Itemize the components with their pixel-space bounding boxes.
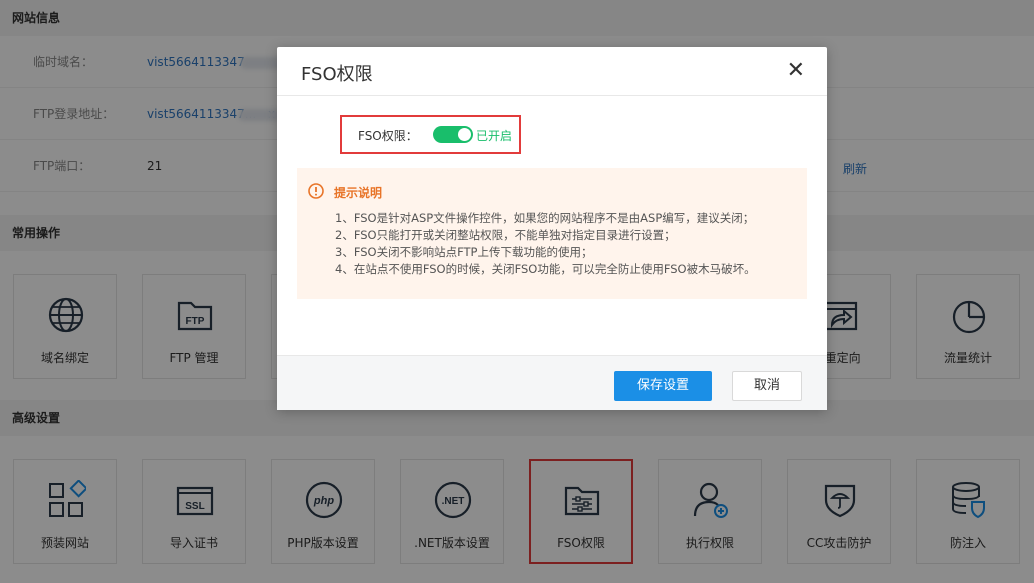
tip-box: 提示说明 1、FSO是针对ASP文件操作控件，如果您的网站程序不是由ASP编写，… [297, 168, 807, 299]
tip-line: 2、FSO只能打开或关闭整站权限，不能单独对指定目录进行设置； [335, 228, 676, 242]
fso-permission-dialog: FSO权限 ✕ FSO权限： 已开启 提示说明 1、FSO是针对ASP文件操作控… [277, 47, 827, 410]
tip-line: 4、在站点不使用FSO的时候，关闭FSO功能，可以完全防止使用FSO被木马破坏。 [335, 262, 756, 276]
cancel-button[interactable]: 取消 [732, 371, 802, 401]
save-settings-button[interactable]: 保存设置 [614, 371, 712, 401]
dialog-title: FSO权限 [301, 64, 373, 85]
tip-line: 1、FSO是针对ASP文件操作控件，如果您的网站程序不是由ASP编写，建议关闭； [335, 211, 755, 225]
dialog-header: FSO权限 ✕ [277, 47, 827, 96]
dialog-footer: 保存设置 取消 [277, 355, 827, 410]
fso-toggle-row: FSO权限： 已开启 [340, 115, 521, 154]
toggle-knob [458, 128, 471, 141]
tip-line: 3、FSO关闭不影响站点FTP上传下载功能的使用； [335, 245, 593, 259]
fso-label: FSO权限： [358, 129, 418, 143]
close-icon[interactable]: ✕ [787, 59, 805, 83]
warning-icon [308, 183, 324, 199]
toggle-status-text: 已开启 [476, 129, 513, 143]
tip-title: 提示说明 [334, 186, 383, 200]
fso-toggle-switch[interactable] [433, 126, 473, 143]
